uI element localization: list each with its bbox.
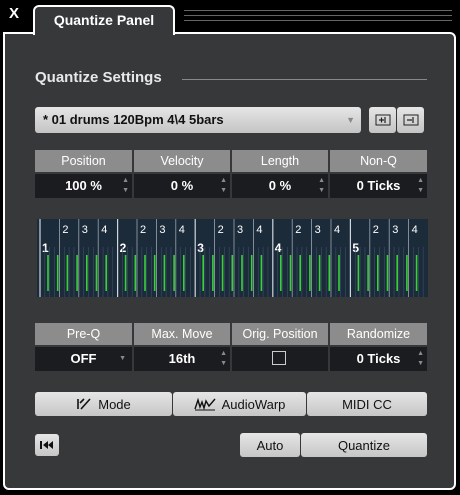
- section-title: Quantize Settings: [35, 69, 162, 86]
- mode-label: Mode: [98, 396, 131, 412]
- velocity-stepper[interactable]: 0 % ▲ ▼: [134, 174, 230, 198]
- beat-number-label: 4: [179, 224, 185, 236]
- non-q-label: Non-Q: [330, 150, 427, 172]
- randomize-label: Randomize: [330, 323, 427, 345]
- stepper-arrows-icon[interactable]: ▲ ▼: [417, 176, 424, 196]
- auto-label: Auto: [256, 437, 284, 453]
- pre-q-value: OFF: [70, 351, 97, 366]
- orig-position-label: Orig. Position: [232, 323, 328, 345]
- mode-button[interactable]: Mode: [35, 392, 172, 416]
- save-preset-button[interactable]: [369, 107, 396, 133]
- beat-number-label: 2: [62, 224, 68, 236]
- midi-cc-label: MIDI CC: [342, 396, 392, 412]
- length-label: Length: [232, 150, 328, 172]
- pre-q-dropdown[interactable]: OFF ▼: [35, 347, 132, 371]
- stepper-arrows-icon[interactable]: ▲ ▼: [220, 349, 227, 369]
- stepper-arrows-icon[interactable]: ▲ ▼: [318, 176, 325, 196]
- quantize-grid-display[interactable]: 12 3 422 3 432 3 442 3 452 3 4: [37, 219, 428, 297]
- non-q-stepper[interactable]: 0 Ticks ▲ ▼: [330, 174, 427, 198]
- audiowarp-icon: [193, 397, 216, 411]
- audiowarp-button[interactable]: AudioWarp: [173, 392, 306, 416]
- preset-selector[interactable]: * 01 drums 120Bpm 4\4 5bars ▼: [35, 107, 361, 133]
- quantize-panel: Quantize Settings * 01 drums 120Bpm 4\4 …: [3, 32, 456, 490]
- position-label: Position: [35, 150, 132, 172]
- position-value: 100 %: [65, 178, 102, 193]
- quantize-button[interactable]: Quantize: [301, 433, 427, 457]
- title-grip-line: [184, 20, 452, 21]
- preset-value: * 01 drums 120Bpm 4\4 5bars: [43, 112, 224, 127]
- chevron-down-icon: ▼: [119, 355, 126, 362]
- beat-number-label: 3: [392, 224, 398, 236]
- beat-number-label: 2: [295, 224, 301, 236]
- beat-number-label: 4: [256, 224, 262, 236]
- stepper-arrows-icon[interactable]: ▲ ▼: [122, 176, 129, 196]
- orig-position-checkbox[interactable]: [272, 351, 286, 365]
- non-q-value: 0 Ticks: [356, 178, 401, 193]
- velocity-value: 0 %: [170, 178, 194, 193]
- beat-number-label: 3: [82, 224, 88, 236]
- title-grip-line: [184, 10, 452, 11]
- quantize-label: Quantize: [337, 437, 391, 453]
- beat-number-label: 3: [159, 224, 165, 236]
- velocity-label: Velocity: [134, 150, 230, 172]
- title-grip-line: [184, 15, 452, 16]
- save-preset-icon: [375, 114, 390, 126]
- randomize-stepper[interactable]: 0 Ticks ▲ ▼: [330, 347, 427, 371]
- stepper-arrows-icon[interactable]: ▲ ▼: [417, 349, 424, 369]
- max-move-value: 16th: [168, 351, 196, 366]
- beat-number-label: 4: [101, 224, 107, 236]
- beat-number-label: 4: [412, 224, 418, 236]
- position-stepper[interactable]: 100 % ▲ ▼: [35, 174, 132, 198]
- remove-preset-icon: [403, 114, 418, 126]
- remove-preset-button[interactable]: [397, 107, 424, 133]
- tab-label: Quantize Panel: [53, 12, 155, 28]
- pre-q-label: Pre-Q: [35, 323, 132, 345]
- length-value: 0 %: [268, 178, 292, 193]
- beat-number-label: 2: [373, 224, 379, 236]
- length-stepper[interactable]: 0 % ▲ ▼: [232, 174, 328, 198]
- bar-number-label: 2: [120, 241, 127, 255]
- max-move-label: Max. Move: [134, 323, 230, 345]
- audiowarp-label: AudioWarp: [221, 396, 286, 412]
- midi-cc-button[interactable]: MIDI CC: [307, 392, 427, 416]
- randomize-value: 0 Ticks: [356, 351, 401, 366]
- quantize-grid[interactable]: 12342234323442345234: [37, 219, 428, 297]
- section-divider: [182, 79, 427, 80]
- orig-position-cell: [232, 347, 328, 371]
- beat-number-label: 2: [218, 224, 224, 236]
- bar-number-label: 5: [352, 241, 359, 255]
- tab-quantize-panel[interactable]: Quantize Panel: [33, 5, 175, 35]
- beat-number-label: 3: [237, 224, 243, 236]
- max-move-stepper[interactable]: 16th ▲ ▼: [134, 347, 230, 371]
- close-button[interactable]: X: [9, 5, 19, 22]
- bar-number-label: 1: [42, 241, 49, 255]
- bar-number-label: 4: [275, 241, 282, 255]
- beat-number-label: 3: [315, 224, 321, 236]
- reset-button[interactable]: [35, 434, 59, 456]
- beat-number-label: 4: [334, 224, 340, 236]
- stepper-arrows-icon[interactable]: ▲ ▼: [220, 176, 227, 196]
- beat-number-label: 2: [140, 224, 146, 236]
- chevron-down-icon: ▼: [346, 115, 355, 125]
- bar-number-label: 3: [197, 241, 204, 255]
- mode-icon: [76, 397, 92, 411]
- skip-back-icon: [40, 441, 53, 449]
- auto-button[interactable]: Auto: [240, 433, 300, 457]
